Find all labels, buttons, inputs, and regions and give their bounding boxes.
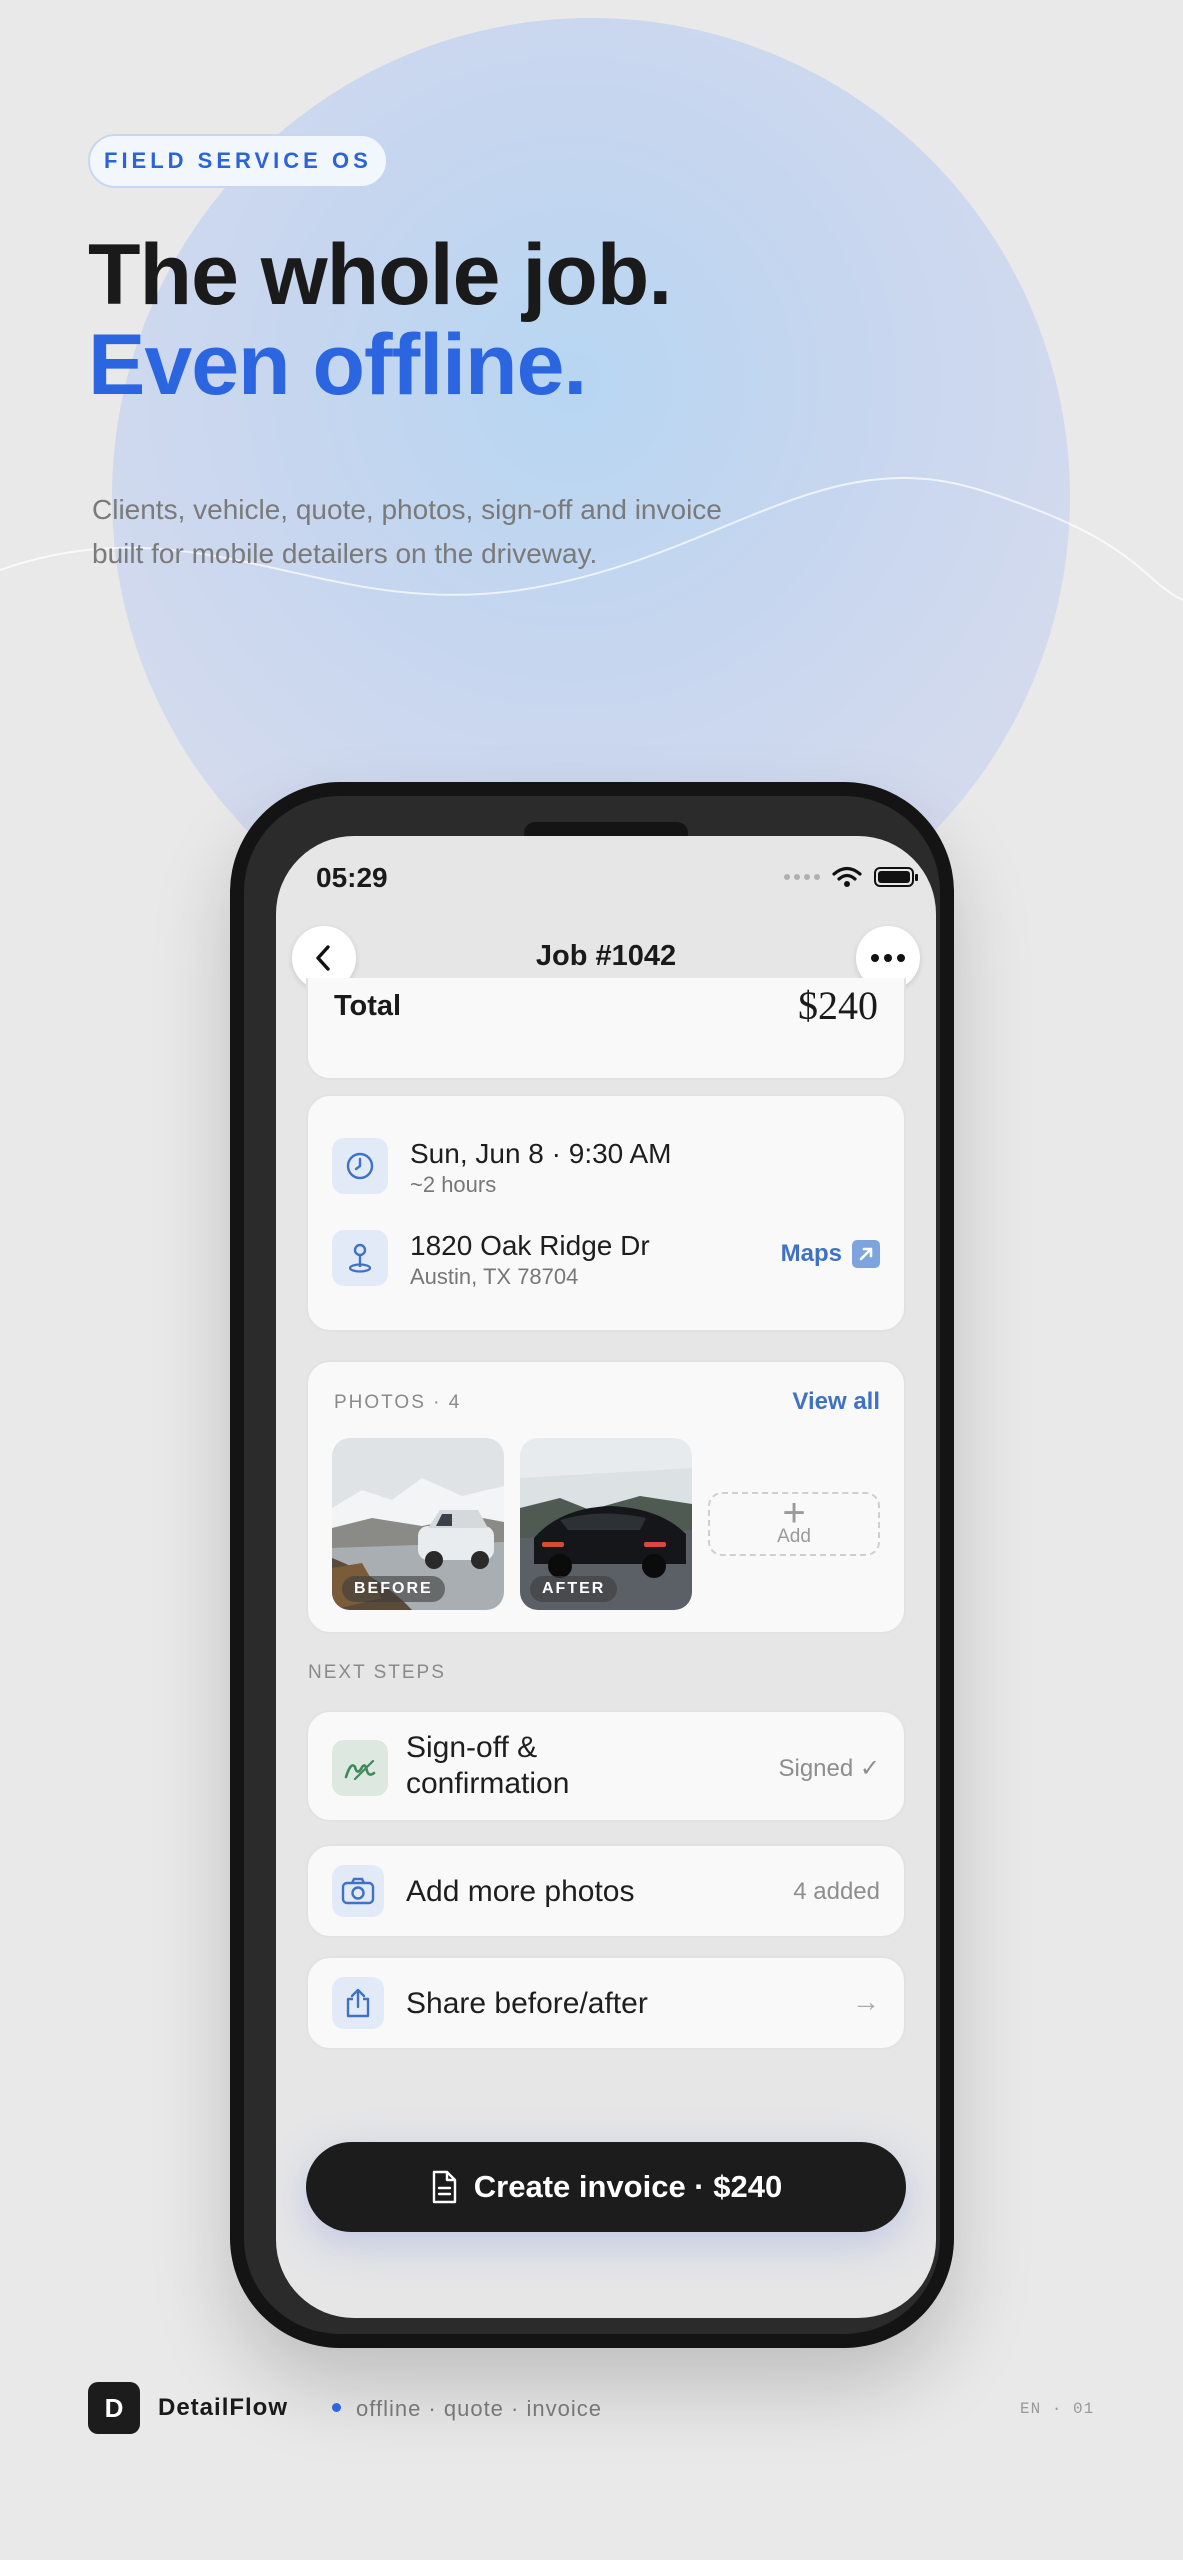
total-label: Total bbox=[334, 990, 402, 1022]
footer-tagline: offline · quote · invoice bbox=[356, 2396, 602, 2421]
total-value: $240 bbox=[798, 983, 878, 1028]
arrow-right-icon: → bbox=[852, 1986, 880, 2017]
add-photo-label: Add bbox=[777, 1526, 811, 1547]
battery-icon bbox=[874, 867, 918, 887]
locale-indicator: EN · 01 bbox=[1020, 2400, 1095, 2418]
next-steps-label: NEXT STEPS bbox=[308, 1662, 446, 1683]
schedule-date: Sun, Jun 8 · 9:30 AM bbox=[410, 1138, 672, 1169]
hero-subtitle-line2: built for mobile detailers on the drivew… bbox=[92, 538, 598, 569]
phone-frame: 05:29 Job #1042 Total $240 Sun, Jun 8 · … bbox=[230, 782, 954, 2348]
plus-icon: + bbox=[782, 1491, 806, 1535]
step-add-photos-count: 4 added bbox=[793, 1878, 880, 1905]
total-card: Total $240 bbox=[306, 978, 906, 1080]
before-tag: BEFORE bbox=[342, 1576, 445, 1602]
clock-icon-box bbox=[332, 1138, 388, 1194]
step-sign-off-label-line2: confirmation bbox=[406, 1767, 570, 1800]
add-photo-button[interactable]: + Add bbox=[708, 1492, 880, 1556]
pin-icon-box bbox=[332, 1230, 388, 1286]
step-sign-off[interactable]: Sign-off & confirmation Signed ✓ bbox=[306, 1710, 906, 1822]
create-invoice-label: Create invoice · $240 bbox=[473, 2169, 783, 2204]
after-tag: AFTER bbox=[530, 1576, 618, 1602]
step-sign-off-label: Sign-off & confirmation bbox=[406, 1730, 569, 1802]
location-pin-icon bbox=[348, 1243, 372, 1273]
phone-screen: 05:29 Job #1042 Total $240 Sun, Jun 8 · … bbox=[276, 836, 936, 2318]
page-title: Job #1042 bbox=[535, 940, 677, 972]
maps-link[interactable]: Maps bbox=[781, 1240, 880, 1268]
ellipsis-icon bbox=[871, 954, 905, 962]
share-icon-box bbox=[332, 1977, 384, 2029]
accent-dot bbox=[332, 2403, 341, 2412]
document-icon bbox=[432, 2170, 456, 2204]
hero-subtitle-line1: Clients, vehicle, quote, photos, sign-of… bbox=[92, 494, 722, 525]
location-city: Austin, TX 78704 bbox=[410, 1264, 579, 1289]
external-link-icon bbox=[852, 1240, 880, 1268]
share-icon bbox=[346, 1988, 370, 2018]
maps-label: Maps bbox=[780, 1240, 842, 1267]
camera-icon-box bbox=[332, 1865, 384, 1917]
brand-name: DetailFlow bbox=[158, 2394, 289, 2421]
step-sign-off-label-line1: Sign-off & bbox=[406, 1731, 538, 1764]
step-add-photos-label: Add more photos bbox=[406, 1875, 635, 1908]
signal-icon bbox=[784, 874, 820, 880]
clock-icon bbox=[346, 1152, 374, 1180]
signature-icon bbox=[344, 1759, 376, 1781]
hero-title-line2: Even offline. bbox=[88, 317, 587, 413]
schedule-duration: ~2 hours bbox=[410, 1172, 497, 1197]
wifi-icon bbox=[832, 866, 862, 887]
photo-thumbnail-before[interactable]: BEFORE bbox=[332, 1438, 504, 1610]
status-time: 05:29 bbox=[316, 862, 388, 893]
camera-icon bbox=[341, 1877, 375, 1905]
view-all-photos-link[interactable]: View all bbox=[792, 1388, 880, 1416]
hero-title-line1: The whole job. bbox=[88, 227, 672, 323]
brand-logo: D bbox=[88, 2382, 140, 2434]
location-street: 1820 Oak Ridge Dr bbox=[410, 1230, 650, 1261]
photo-thumbnail-after[interactable]: AFTER bbox=[520, 1438, 692, 1610]
hero-subtitle: Clients, vehicle, quote, photos, sign-of… bbox=[92, 488, 812, 576]
step-share[interactable]: Share before/after → bbox=[306, 1956, 906, 2050]
phone-bezel: 05:29 Job #1042 Total $240 Sun, Jun 8 · … bbox=[244, 796, 940, 2334]
photos-card: PHOTOS · 4 View all BEFORE AFTER + Add bbox=[306, 1360, 906, 1634]
job-info-card: Sun, Jun 8 · 9:30 AM ~2 hours 1820 Oak R… bbox=[306, 1094, 906, 1332]
status-icons bbox=[784, 866, 918, 888]
photos-label: PHOTOS · 4 bbox=[334, 1392, 462, 1413]
step-share-label: Share before/after bbox=[406, 1987, 648, 2020]
hero-badge: FIELD SERVICE OS bbox=[88, 134, 388, 188]
signature-icon-box bbox=[332, 1740, 388, 1796]
step-sign-off-status: Signed ✓ bbox=[778, 1755, 880, 1782]
step-add-photos[interactable]: Add more photos 4 added bbox=[306, 1844, 906, 1938]
create-invoice-button[interactable]: Create invoice · $240 bbox=[306, 2142, 906, 2232]
